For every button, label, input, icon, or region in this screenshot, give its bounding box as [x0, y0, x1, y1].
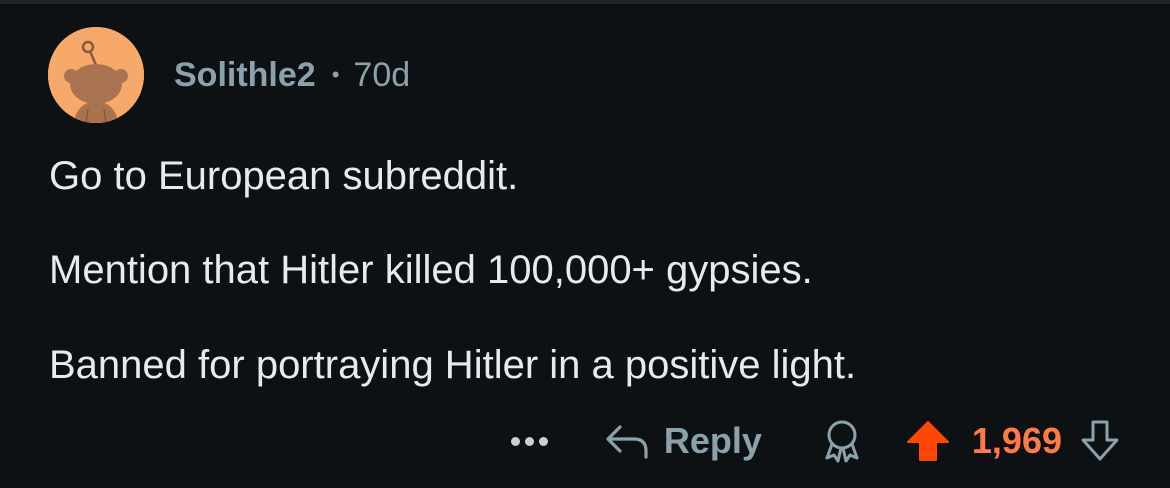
username[interactable]: Solithle2: [174, 56, 316, 95]
vote-score: 1,969: [971, 420, 1062, 461]
downvote-button[interactable]: [1080, 419, 1120, 463]
upvote-button[interactable]: [906, 419, 950, 463]
vote-group: 1,969: [906, 419, 1120, 463]
comment-paragraph: Banned for portraying Hitler in a positi…: [49, 343, 857, 387]
award-icon: [825, 420, 859, 463]
comment-actions: Reply 1,969: [510, 414, 1120, 468]
comment-age: 70d: [353, 55, 411, 94]
meta-separator: •: [331, 62, 340, 87]
top-divider: [0, 0, 1170, 4]
more-options-button[interactable]: [510, 436, 548, 446]
reply-label: Reply: [663, 420, 762, 461]
downvote-arrow-icon: [1081, 420, 1119, 461]
comment-paragraph: Go to European subreddit.: [49, 154, 519, 198]
snoo-avatar-icon: [48, 27, 144, 123]
reply-button[interactable]: Reply: [604, 420, 762, 462]
reply-arrow-icon: [606, 425, 648, 459]
comment-meta: Solithle2 • 70d: [174, 52, 410, 98]
comment-paragraph: Mention that Hitler killed 100,000+ gyps…: [49, 248, 813, 292]
avatar[interactable]: [48, 27, 144, 123]
upvote-arrow-icon: [906, 421, 949, 461]
award-button[interactable]: [822, 418, 862, 464]
more-horizontal-icon: [510, 436, 520, 446]
